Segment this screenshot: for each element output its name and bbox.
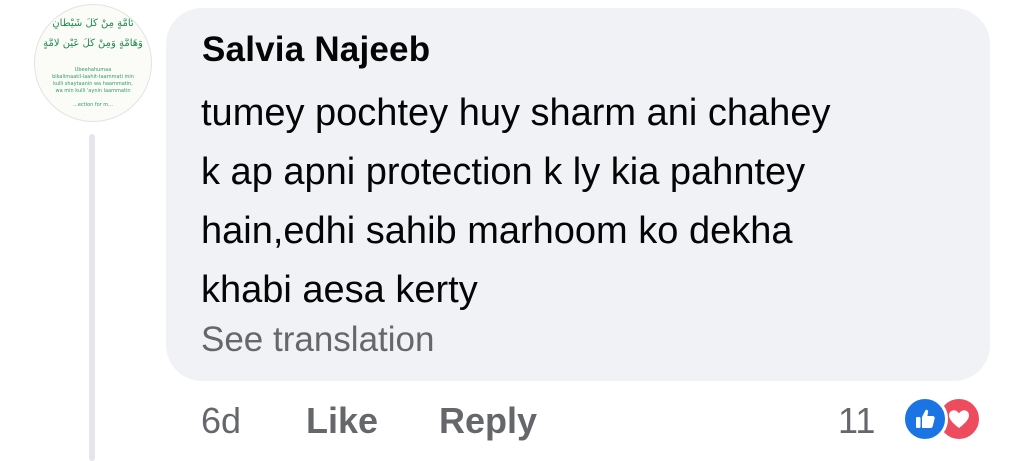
comment-line: k ap apni protection k ly kia pahntey [201,151,806,193]
avatar-translit-line: bikalimaatil-laahit-taammati min [52,74,134,80]
comment-line: tumey pochtey huy sharm ani chahey [201,92,831,134]
like-icon [902,396,948,442]
comment-thread: تَامَّةٍ مِنْ كُلِّ شَيْطَانٍ وَهَامَّةٍ… [0,0,1024,461]
avatar-translit-line: Ubeehahumaa [74,67,112,73]
avatar-translit-line: ...ection for m... [73,102,113,108]
see-translation-link[interactable]: See translation [201,320,434,360]
comment-line: hain,edhi sahib marhoom ko dekha [201,210,793,252]
comment-timestamp[interactable]: 6d [201,400,241,442]
comment-author-name[interactable]: Salvia Najeeb [202,30,430,70]
reactions-summary[interactable]: 11 [838,392,998,448]
avatar-arabic-line: تَامَّةٍ مِنْ كُلِّ شَيْطَانٍ [52,18,134,29]
avatar-translit-line: kulli shaytaanin wa haammatin, [53,81,133,87]
like-button[interactable]: Like [306,400,378,442]
avatar-translit-line: wa min kulli 'aynin laammatin [55,88,131,94]
comment-body: tumey pochtey huy sharm ani chahey k ap … [201,84,971,320]
avatar-arabic-line: وَهَامَّةٍ وَمِنْ كُلِّ عَيْنٍ لَامَّةٍ [43,38,143,49]
reply-thread-line [89,134,95,461]
comment-line: khabi aesa kerty [201,269,478,311]
reply-button[interactable]: Reply [439,400,537,442]
reaction-count: 11 [838,400,876,441]
avatar[interactable]: تَامَّةٍ مِنْ كُلِّ شَيْطَانٍ وَهَامَّةٍ… [34,4,152,122]
